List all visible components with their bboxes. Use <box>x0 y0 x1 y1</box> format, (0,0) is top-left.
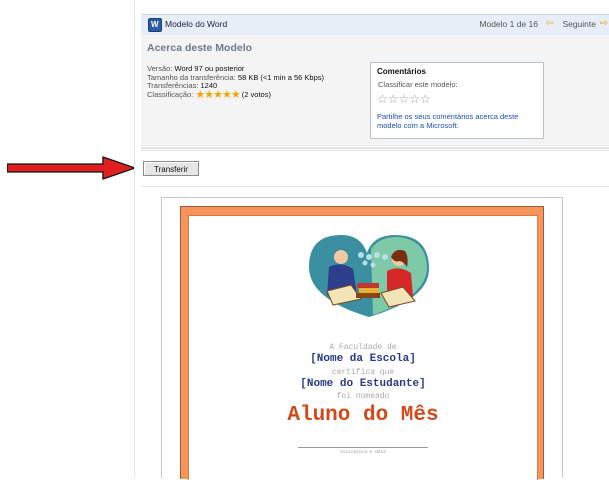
cert-student-name: [Nome do Estudante] <box>300 378 426 390</box>
cert-award-title: Aluno do Mês <box>287 404 439 427</box>
cert-line-nominated: foi nomeado <box>336 392 390 401</box>
cert-school-name: [Nome da Escola] <box>310 353 416 365</box>
red-arrow-annotation <box>7 156 137 180</box>
cert-line-faculty: A Faculdade de <box>329 343 397 352</box>
template-info-section: Acerca deste Modelo Versão: Word 97 ou p… <box>141 35 609 149</box>
prev-arrow-icon[interactable]: ⇦ <box>546 18 554 29</box>
signature-line <box>298 447 428 448</box>
cert-line-certifies: certifica que <box>331 368 395 377</box>
divider <box>141 150 609 151</box>
comments-box: Comentários Classificar este modelo: ☆☆☆… <box>370 62 544 139</box>
next-link[interactable]: Seguinte <box>562 19 596 29</box>
certificate-page: A Faculdade de [Nome da Escola] certific… <box>188 215 538 480</box>
certificate-border: A Faculdade de [Nome da Escola] certific… <box>180 206 544 480</box>
template-metadata: Versão: Word 97 ou posterior Tamanho da … <box>147 64 324 101</box>
students-reading-clipart <box>309 235 429 317</box>
divider <box>141 186 609 187</box>
template-panel: W Modelo do Word Modelo 1 de 16 ⇦ Seguin… <box>134 0 609 480</box>
template-header: W Modelo do Word Modelo 1 de 16 ⇦ Seguin… <box>141 14 609 36</box>
feedback-link[interactable]: Partilhe os seus comentários acerca dest… <box>377 112 537 130</box>
rating-votes: (2 votos) <box>241 89 271 99</box>
comments-title: Comentários <box>377 67 426 76</box>
download-button[interactable]: Transferir <box>143 161 199 176</box>
template-preview: A Faculdade de [Nome da Escola] certific… <box>161 197 563 480</box>
word-document-icon: W <box>148 18 162 32</box>
template-counter: Modelo 1 de 16 <box>479 19 538 29</box>
signature-caption: Assinatura e data <box>340 450 386 455</box>
next-arrow-icon[interactable]: ⇨ <box>600 18 608 29</box>
info-title: Acerca deste Modelo <box>147 42 253 54</box>
rating-stars-icon: ★★★★★ <box>195 88 240 101</box>
rate-prompt: Classificar este modelo: <box>378 80 458 89</box>
rate-stars-input[interactable]: ☆☆☆☆☆ <box>377 92 431 106</box>
size-value: 58 KB (<1 min a 56 Kbps) <box>237 72 324 82</box>
template-type-title: Modelo do Word <box>165 19 228 29</box>
